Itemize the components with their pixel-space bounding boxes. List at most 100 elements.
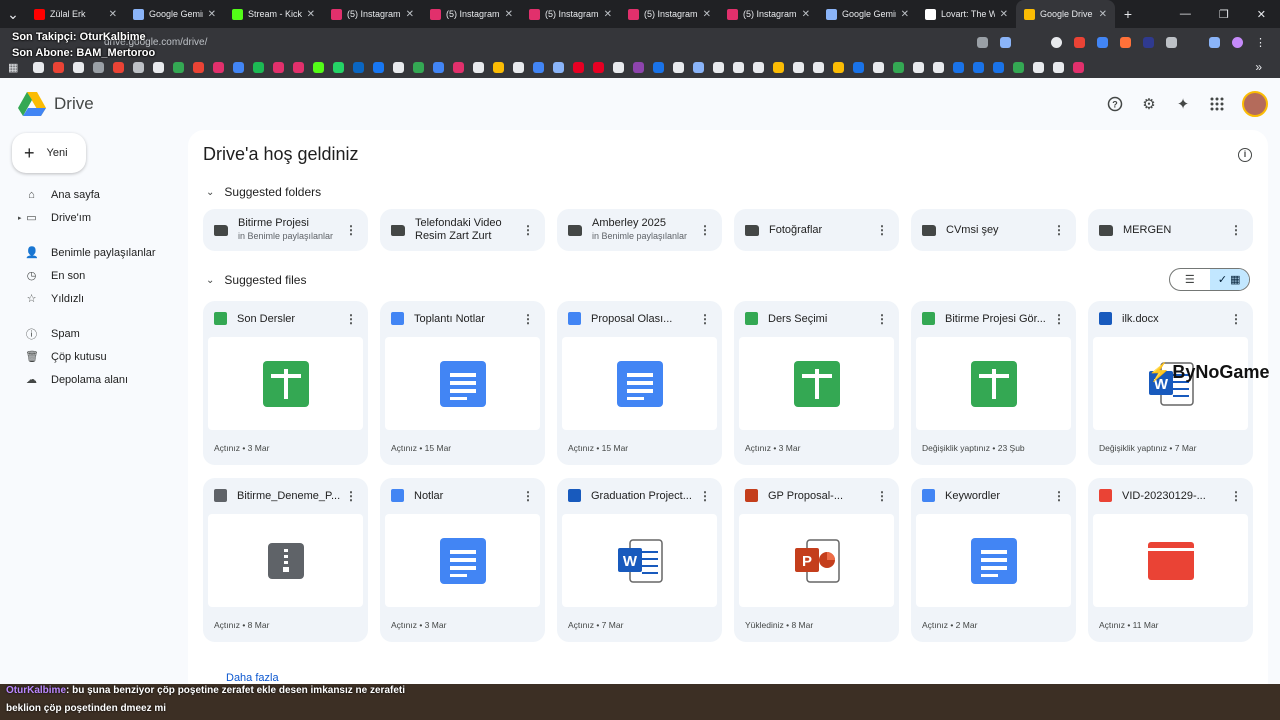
- browser-tab[interactable]: Zülal Erk ✕: [26, 0, 125, 28]
- bookmark-icon[interactable]: [693, 61, 705, 73]
- gemini-sparkle-icon[interactable]: ✦: [1174, 95, 1192, 113]
- browser-tab[interactable]: (5) Instagram ✕: [323, 0, 422, 28]
- file-card[interactable]: ilk.docx ⋮ W Değişiklik yaptınız • 7 Mar: [1088, 301, 1253, 465]
- more-options-icon[interactable]: ⋮: [876, 312, 888, 326]
- bookmark-icon[interactable]: [313, 61, 325, 73]
- close-tab-icon[interactable]: ✕: [406, 9, 414, 20]
- sidebar-item[interactable]: ▸ ▭ Drive'ım: [0, 206, 188, 229]
- folder-card[interactable]: Fotoğraflar ⋮: [734, 209, 899, 251]
- minimize-icon[interactable]: —: [1180, 8, 1191, 21]
- tab-search-chevron-icon[interactable]: ⌄: [0, 6, 26, 23]
- bookmark-icon[interactable]: [493, 61, 505, 73]
- suggested-files-toggle[interactable]: ⌄ Suggested files: [206, 273, 306, 287]
- bookmark-icon[interactable]: [353, 61, 365, 73]
- bookmark-icon[interactable]: [953, 61, 965, 73]
- bookmark-icon[interactable]: [633, 61, 645, 73]
- bookmark-icon[interactable]: [773, 61, 785, 73]
- close-tab-icon[interactable]: ✕: [307, 9, 315, 20]
- bookmark-icon[interactable]: [1073, 61, 1085, 73]
- file-card[interactable]: Notlar ⋮ Açtınız • 3 Mar: [380, 478, 545, 642]
- bookmark-icon[interactable]: [973, 61, 985, 73]
- apps-icon[interactable]: ▦: [8, 61, 18, 74]
- extension-icon[interactable]: [1097, 36, 1108, 48]
- sidebar-item[interactable]: ☁ Depolama alanı: [0, 368, 188, 391]
- file-thumbnail[interactable]: [385, 514, 540, 607]
- bookmark-icon[interactable]: [173, 61, 185, 73]
- bookmark-icon[interactable]: [833, 61, 845, 73]
- bookmark-icon[interactable]: [713, 61, 725, 73]
- file-thumbnail[interactable]: [1093, 514, 1248, 607]
- bookmark-icon[interactable]: [893, 61, 905, 73]
- file-card[interactable]: VID-20230129-... ⋮ Açtınız • 11 Mar: [1088, 478, 1253, 642]
- more-bookmarks-icon[interactable]: »: [1255, 60, 1280, 74]
- bookmark-icon[interactable]: [473, 61, 485, 73]
- file-thumbnail[interactable]: [208, 337, 363, 430]
- close-tab-icon[interactable]: ✕: [1000, 9, 1008, 20]
- file-card[interactable]: Toplantı Notlar ⋮ Açtınız • 15 Mar: [380, 301, 545, 465]
- browser-tab[interactable]: Lovart: The Wo ✕: [917, 0, 1016, 28]
- browser-tab[interactable]: Stream - Kick D ✕: [224, 0, 323, 28]
- file-thumbnail[interactable]: [739, 337, 894, 430]
- file-card[interactable]: Ders Seçimi ⋮ Açtınız • 3 Mar: [734, 301, 899, 465]
- more-options-icon[interactable]: ⋮: [699, 312, 711, 326]
- more-link[interactable]: Daha fazla: [226, 672, 279, 684]
- bookmark-icon[interactable]: [113, 61, 125, 73]
- file-card[interactable]: Keywordler ⋮ Açtınız • 2 Mar: [911, 478, 1076, 642]
- browser-tab[interactable]: Google Drive ✕: [1016, 0, 1115, 28]
- bookmark-icon[interactable]: [993, 61, 1005, 73]
- bookmark-icon[interactable]: [653, 61, 665, 73]
- more-options-icon[interactable]: ⋮: [1053, 312, 1065, 326]
- bookmark-icon[interactable]: [533, 61, 545, 73]
- file-thumbnail[interactable]: W: [562, 514, 717, 607]
- zoom-icon[interactable]: [977, 36, 988, 48]
- more-options-icon[interactable]: ⋮: [345, 489, 357, 503]
- folder-card[interactable]: CVmsi şey ⋮: [911, 209, 1076, 251]
- file-thumbnail[interactable]: [208, 514, 363, 607]
- bookmark-icon[interactable]: [853, 61, 865, 73]
- file-card[interactable]: Bitirme_Deneme_P... ⋮ Açtınız • 8 Mar: [203, 478, 368, 642]
- file-thumbnail[interactable]: [916, 514, 1071, 607]
- expand-arrow-icon[interactable]: ▸: [18, 214, 22, 222]
- browser-tab[interactable]: (5) Instagram ✕: [422, 0, 521, 28]
- more-options-icon[interactable]: ⋮: [345, 312, 357, 326]
- new-tab-button[interactable]: +: [1115, 6, 1141, 22]
- apps-grid-icon[interactable]: [1208, 95, 1226, 113]
- file-card[interactable]: GP Proposal-... ⋮ P Yüklediniz • 8 Mar: [734, 478, 899, 642]
- bookmark-icon[interactable]: [793, 61, 805, 73]
- extension-icon[interactable]: [1120, 36, 1131, 48]
- more-options-icon[interactable]: ⋮: [522, 223, 534, 237]
- drive-logo[interactable]: Drive: [18, 92, 94, 116]
- bookmark-icon[interactable]: [733, 61, 745, 73]
- more-options-icon[interactable]: ⋮: [699, 489, 711, 503]
- browser-tab[interactable]: Google Gemini ✕: [818, 0, 917, 28]
- bookmark-icon[interactable]: [433, 61, 445, 73]
- bookmark-icon[interactable]: [253, 61, 265, 73]
- bookmark-icon[interactable]: [593, 61, 605, 73]
- bookmark-icon[interactable]: [573, 61, 585, 73]
- more-options-icon[interactable]: ⋮: [522, 489, 534, 503]
- bookmark-icon[interactable]: [53, 61, 65, 73]
- more-options-icon[interactable]: ⋮: [1230, 312, 1242, 326]
- puzzle-icon[interactable]: [1166, 36, 1177, 48]
- bookmark-star-icon[interactable]: [1000, 36, 1011, 48]
- file-thumbnail[interactable]: W: [1093, 337, 1248, 430]
- bookmark-icon[interactable]: [273, 61, 285, 73]
- bookmark-icon[interactable]: [933, 61, 945, 73]
- bookmark-icon[interactable]: [293, 61, 305, 73]
- profile-avatar-icon[interactable]: [1232, 36, 1243, 48]
- file-thumbnail[interactable]: [916, 337, 1071, 430]
- bookmark-icon[interactable]: [233, 61, 245, 73]
- bookmark-icon[interactable]: [133, 61, 145, 73]
- sidebar-item[interactable]: ⓘ Spam: [0, 322, 188, 345]
- browser-tab[interactable]: (5) Instagram ✕: [719, 0, 818, 28]
- file-thumbnail[interactable]: P: [739, 514, 894, 607]
- more-options-icon[interactable]: ⋮: [1230, 223, 1242, 237]
- bookmark-icon[interactable]: [213, 61, 225, 73]
- bookmark-icon[interactable]: [73, 61, 85, 73]
- bookmark-icon[interactable]: [1053, 61, 1065, 73]
- close-tab-icon[interactable]: ✕: [208, 9, 216, 20]
- bookmark-icon[interactable]: [813, 61, 825, 73]
- menu-kebab-icon[interactable]: ⋮: [1255, 36, 1266, 49]
- close-tab-icon[interactable]: ✕: [1099, 9, 1107, 20]
- new-button[interactable]: + Yeni: [12, 133, 86, 173]
